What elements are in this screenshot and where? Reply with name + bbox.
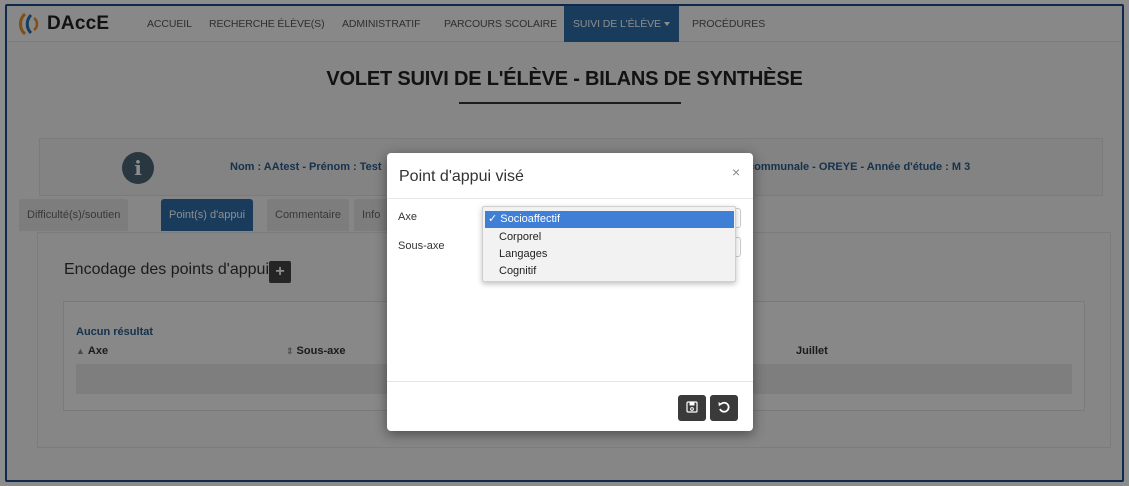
save-icon (686, 401, 698, 413)
axe-dropdown-menu: ✓ Socioaffectif Corporel Langages Cognit… (482, 206, 736, 282)
axe-label: Axe (398, 211, 417, 223)
divider (387, 198, 753, 199)
undo-icon (718, 401, 730, 413)
save-button[interactable] (678, 395, 706, 421)
reset-button[interactable] (710, 395, 738, 421)
close-icon[interactable]: × (732, 164, 740, 180)
dropdown-option-corporel[interactable]: Corporel (485, 229, 734, 246)
modal-title: Point d'appui visé (399, 168, 524, 185)
sous-axe-label: Sous-axe (398, 240, 445, 252)
dropdown-option-langages[interactable]: Langages (485, 246, 734, 263)
dropdown-option-socioaffectif[interactable]: ✓ Socioaffectif (485, 211, 734, 228)
dropdown-option-cognitif[interactable]: Cognitif (485, 263, 734, 280)
divider (387, 381, 753, 382)
check-icon: ✓ (488, 213, 498, 225)
point-appui-modal: Point d'appui visé × Axe ▲▼ Sous-axe ▲▼ (387, 153, 753, 431)
option-label: Socioaffectif (500, 213, 561, 225)
